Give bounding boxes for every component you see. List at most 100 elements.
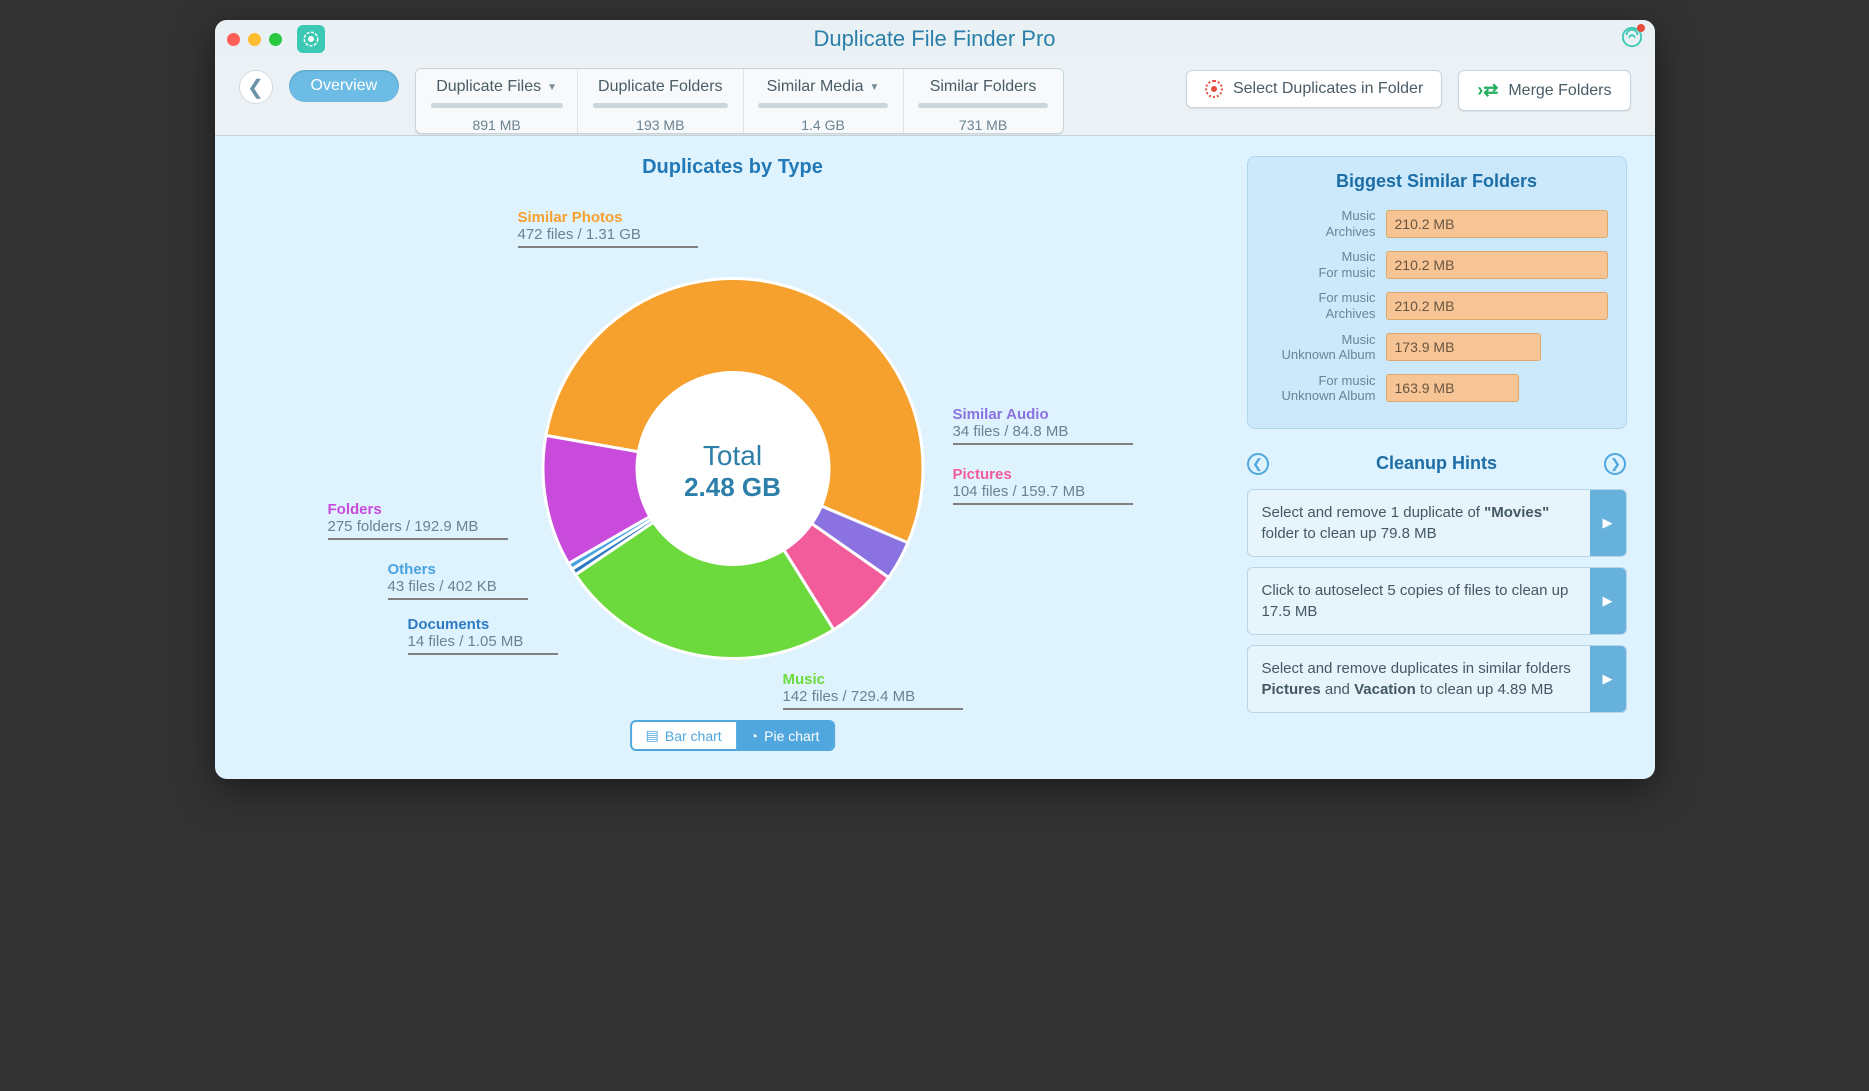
titlebar: Duplicate File Finder Pro bbox=[215, 20, 1655, 58]
tab-size: 731 MB bbox=[959, 117, 1007, 133]
merge-folders-button[interactable]: ›⇄ Merge Folders bbox=[1458, 70, 1630, 111]
content: Duplicates by Type Total 2.48 GB Similar… bbox=[215, 136, 1655, 779]
folder-bar: 163.9 MB bbox=[1386, 374, 1519, 402]
callout-title: Similar Audio bbox=[953, 406, 1133, 423]
folder-bar: 210.2 MB bbox=[1386, 292, 1608, 320]
chevron-right-icon: ▶ bbox=[1590, 646, 1626, 712]
callout-sub: 142 files / 729.4 MB bbox=[783, 688, 963, 705]
tab-size: 891 MB bbox=[472, 117, 520, 133]
close-icon[interactable] bbox=[227, 33, 240, 46]
bar-chart-button[interactable]: ▤ Bar chart bbox=[632, 722, 736, 749]
tab-gauge bbox=[431, 103, 563, 108]
callout-title: Music bbox=[783, 671, 963, 688]
folder-bar: 210.2 MB bbox=[1386, 251, 1608, 279]
tab-size: 193 MB bbox=[636, 117, 684, 133]
tab-label: Duplicate Files bbox=[436, 78, 541, 96]
chevron-right-icon: ▶ bbox=[1590, 490, 1626, 556]
callout-title: Others bbox=[388, 561, 528, 578]
folder-row[interactable]: MusicUnknown Album 173.9 MB bbox=[1266, 332, 1608, 363]
folder-row[interactable]: MusicArchives 210.2 MB bbox=[1266, 208, 1608, 239]
folder-bar: 210.2 MB bbox=[1386, 210, 1608, 238]
folder-label: For musicUnknown Album bbox=[1266, 373, 1376, 404]
app-title: Duplicate File Finder Pro bbox=[813, 26, 1055, 52]
callout-sub: 472 files / 1.31 GB bbox=[518, 226, 698, 243]
folder-bar-wrap: 210.2 MB bbox=[1386, 292, 1608, 320]
chart-title: Duplicates by Type bbox=[243, 156, 1223, 179]
folder-row[interactable]: For musicUnknown Album 163.9 MB bbox=[1266, 373, 1608, 404]
callout-sub: 275 folders / 192.9 MB bbox=[328, 518, 508, 535]
hint-next-button[interactable]: ❯ bbox=[1604, 453, 1626, 475]
tab-label: Similar Folders bbox=[930, 78, 1037, 96]
folder-bar-wrap: 163.9 MB bbox=[1386, 374, 1608, 402]
button-label: Merge Folders bbox=[1508, 82, 1611, 100]
toolbar: ❮ Overview Duplicate Files ▼ 891 MB Dupli… bbox=[215, 58, 1655, 136]
callout-sub: 14 files / 1.05 MB bbox=[408, 633, 558, 650]
tab-gauge bbox=[758, 103, 888, 108]
chevron-down-icon: ▼ bbox=[870, 82, 880, 93]
fullscreen-icon[interactable] bbox=[269, 33, 282, 46]
hint-card[interactable]: Select and remove duplicates in similar … bbox=[1247, 645, 1627, 713]
app-window: Duplicate File Finder Pro ❮ Overview Dup… bbox=[215, 20, 1655, 779]
folder-label: For musicArchives bbox=[1266, 290, 1376, 321]
tab-similar-media[interactable]: Similar Media▼ 1.4 GB bbox=[743, 69, 903, 133]
callout-similar-photos: Similar Photos 472 files / 1.31 GB bbox=[518, 209, 698, 248]
chart-panel: Duplicates by Type Total 2.48 GB Similar… bbox=[243, 156, 1223, 751]
hint-prev-button[interactable]: ❮ bbox=[1247, 453, 1269, 475]
pie-chart-button[interactable]: ◔ Pie chart bbox=[736, 722, 834, 749]
side-panels: Biggest Similar Folders MusicArchives 21… bbox=[1247, 156, 1627, 751]
button-label: Bar chart bbox=[665, 728, 722, 744]
tab-label: Duplicate Folders bbox=[598, 78, 723, 96]
merge-icon: ›⇄ bbox=[1477, 80, 1498, 101]
panel-title: Cleanup Hints bbox=[1376, 453, 1497, 474]
app-logo-icon bbox=[297, 25, 325, 53]
folder-bar-wrap: 210.2 MB bbox=[1386, 210, 1608, 238]
callout-sub: 43 files / 402 KB bbox=[388, 578, 528, 595]
tab-duplicate-folders[interactable]: Duplicate Folders 193 MB bbox=[577, 69, 743, 133]
category-tabs: Duplicate Files ▼ 891 MB Duplicate Folder… bbox=[415, 68, 1063, 134]
select-duplicates-button[interactable]: Select Duplicates in Folder bbox=[1186, 70, 1442, 108]
chevron-down-icon: ▼ bbox=[547, 82, 557, 93]
callout-sub: 34 files / 84.8 MB bbox=[953, 423, 1133, 440]
folder-row[interactable]: MusicFor music 210.2 MB bbox=[1266, 249, 1608, 280]
overview-button[interactable]: Overview bbox=[289, 70, 400, 102]
folder-label: MusicArchives bbox=[1266, 208, 1376, 239]
callout-pictures: Pictures 104 files / 159.7 MB bbox=[953, 466, 1133, 505]
folder-label: MusicUnknown Album bbox=[1266, 332, 1376, 363]
folder-label: MusicFor music bbox=[1266, 249, 1376, 280]
hint-card[interactable]: Click to autoselect 5 copies of files to… bbox=[1247, 567, 1627, 635]
chevron-right-icon: ▶ bbox=[1590, 568, 1626, 634]
button-label: Pie chart bbox=[764, 728, 819, 744]
tab-duplicate-files[interactable]: Duplicate Files ▼ 891 MB bbox=[416, 69, 577, 133]
bar-chart-icon: ▤ bbox=[646, 727, 659, 744]
donut-chart[interactable]: Total 2.48 GB bbox=[533, 269, 933, 674]
updates-icon[interactable] bbox=[1621, 26, 1643, 53]
biggest-similar-folders-panel: Biggest Similar Folders MusicArchives 21… bbox=[1247, 156, 1627, 429]
callout-title: Folders bbox=[328, 501, 508, 518]
pie-chart-icon: ◔ bbox=[750, 728, 758, 744]
tab-size: 1.4 GB bbox=[801, 117, 845, 133]
callout-others: Others 43 files / 402 KB bbox=[388, 561, 528, 600]
chart-type-toggle: ▤ Bar chart ◔ Pie chart bbox=[630, 720, 836, 751]
total-value: 2.48 GB bbox=[684, 472, 781, 503]
folder-bar-wrap: 173.9 MB bbox=[1386, 333, 1608, 361]
chart-area: Total 2.48 GB Similar Photos 472 files /… bbox=[243, 191, 1223, 751]
hint-card[interactable]: Select and remove 1 duplicate of "Movies… bbox=[1247, 489, 1627, 557]
folder-row[interactable]: For musicArchives 210.2 MB bbox=[1266, 290, 1608, 321]
button-label: Select Duplicates in Folder bbox=[1233, 80, 1423, 98]
tab-gauge bbox=[918, 103, 1048, 108]
callout-sub: 104 files / 159.7 MB bbox=[953, 483, 1133, 500]
callout-music: Music 142 files / 729.4 MB bbox=[783, 671, 963, 710]
hint-text: Click to autoselect 5 copies of files to… bbox=[1248, 568, 1590, 634]
minimize-icon[interactable] bbox=[248, 33, 261, 46]
total-label: Total bbox=[684, 440, 781, 472]
hint-text: Select and remove duplicates in similar … bbox=[1248, 646, 1590, 712]
folder-bar-wrap: 210.2 MB bbox=[1386, 251, 1608, 279]
cleanup-hints-panel: ❮ Cleanup Hints ❯ Select and remove 1 du… bbox=[1247, 453, 1627, 723]
callout-title: Similar Photos bbox=[518, 209, 698, 226]
back-button[interactable]: ❮ bbox=[239, 70, 273, 104]
tab-gauge bbox=[593, 103, 728, 108]
tab-similar-folders[interactable]: Similar Folders 731 MB bbox=[903, 69, 1063, 133]
callout-title: Pictures bbox=[953, 466, 1133, 483]
callout-documents: Documents 14 files / 1.05 MB bbox=[408, 616, 558, 655]
callout-folders: Folders 275 folders / 192.9 MB bbox=[328, 501, 508, 540]
